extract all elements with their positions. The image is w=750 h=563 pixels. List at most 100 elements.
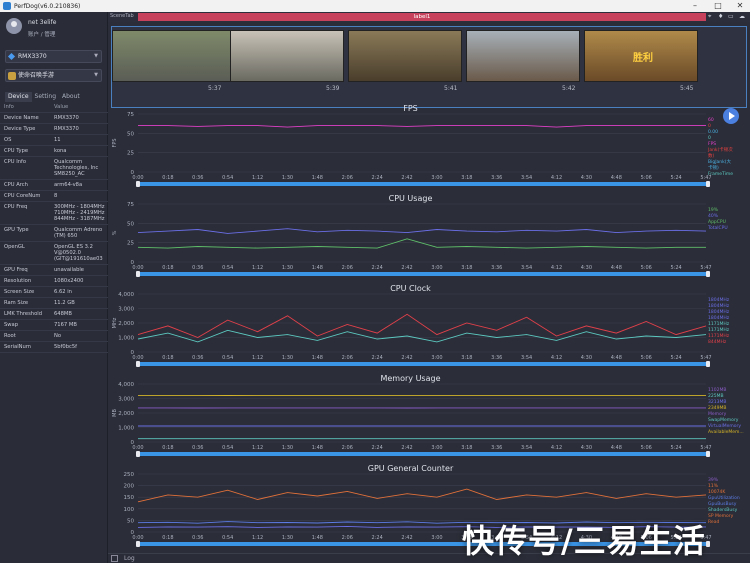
- chart-0: FPS 75 50 25 0 0:00 0:18 0:36 0:54 1:12 1:30 1:48 2:…: [108, 104, 733, 190]
- prop-key: Swap: [4, 322, 19, 328]
- folder-icon[interactable]: ▭: [728, 13, 734, 20]
- prop-key: CPU Info: [4, 159, 27, 165]
- prop-value: 648MB: [54, 311, 72, 317]
- series-line-TotalCPU: [137, 228, 707, 234]
- screenshot-thumbnail[interactable]: [466, 30, 580, 82]
- x-tick-label: 0:18: [162, 535, 173, 540]
- chevron-down-icon: ▼: [94, 53, 98, 59]
- prop-value: Qualcomm Technologies, Inc SM8250_AC: [54, 159, 99, 177]
- series-line-Little: [137, 329, 707, 343]
- avatar[interactable]: [6, 18, 22, 34]
- y-tick-label: 1,000: [118, 426, 134, 432]
- x-tick-label: 5:47: [700, 355, 711, 360]
- scene-label[interactable]: label1: [138, 13, 706, 21]
- chart-plot[interactable]: 75502500:00 0:18 0:36 0:54 1:12 1:30 1:48 2:06 2…: [108, 104, 713, 180]
- chart-plot[interactable]: 4,0003,0002,0001,00000:00 0:18 0:36 0:54 1:1…: [108, 284, 713, 360]
- chart-legend: 1102MB 225MB 3213MB 2349MB Memory SwapMemory V…: [708, 388, 744, 436]
- y-tick-label: 150: [124, 495, 135, 501]
- prop-value: unavailable: [54, 267, 84, 273]
- x-tick-label: 1:30: [282, 175, 293, 180]
- chart-plot[interactable]: 75502500:00 0:18 0:36 0:54 1:12 1:30 1:48 2:06 2…: [108, 194, 713, 270]
- y-tick-label: 25: [127, 241, 134, 247]
- x-tick-label: 2:42: [401, 535, 412, 540]
- legend-item[interactable]: TotalCPU: [708, 226, 728, 232]
- table-row: Root No: [0, 331, 108, 342]
- device-icon: [7, 52, 16, 61]
- pin-icon[interactable]: ♦: [718, 13, 723, 20]
- time-range-scrollbar[interactable]: [136, 181, 710, 187]
- device-selector-value: RMX3370: [18, 53, 47, 60]
- prop-value: No: [54, 333, 62, 339]
- screenshot-thumbnail[interactable]: [230, 30, 344, 82]
- table-row: CPU Type kona: [0, 146, 108, 157]
- screenshot-strip[interactable]: 5:37 5:39 5:41 5:42 胜利 5:45: [111, 26, 747, 108]
- y-tick-label: 25: [127, 151, 134, 157]
- log-tab[interactable]: Log: [124, 555, 135, 562]
- x-tick-label: 3:36: [491, 445, 502, 450]
- y-tick-label: 3,000: [118, 397, 134, 403]
- legend-item[interactable]: BigJank(大卡顿): [708, 160, 733, 172]
- tab-setting[interactable]: Setting: [32, 92, 59, 102]
- prop-key: CPU CoreNum: [4, 193, 41, 199]
- legend-item[interactable]: 844MHz: [708, 340, 729, 346]
- tab-device[interactable]: Device: [5, 92, 32, 102]
- y-axis-label: FPS: [112, 138, 118, 147]
- account-manage-link[interactable]: 账户 / 管理: [28, 30, 55, 38]
- expand-icon[interactable]: [111, 555, 118, 562]
- prop-key: Ram Size: [4, 300, 29, 306]
- x-tick-label: 3:54: [521, 355, 532, 360]
- prop-key: Screen Size: [4, 289, 35, 295]
- time-range-scrollbar[interactable]: [136, 271, 710, 277]
- chart-legend: 60 0 0.00 0 FPS Jank(卡顿次数) BigJank(大卡顿) FrameTi…: [708, 118, 733, 178]
- legend-item[interactable]: SP Memory Read: [708, 514, 740, 526]
- time-range-scrollbar[interactable]: [136, 451, 710, 457]
- screenshot-thumbnail[interactable]: [348, 30, 462, 82]
- x-tick-label: 0:54: [222, 175, 233, 180]
- x-tick-label: 1:48: [312, 355, 323, 360]
- chart-plot[interactable]: 4,0003,0002,0001,00000:00 0:18 0:36 0:54 1:1…: [108, 374, 713, 450]
- x-tick-label: 4:48: [611, 445, 622, 450]
- x-tick-label: 0:18: [162, 355, 173, 360]
- legend-item[interactable]: Jank(卡顿次数): [708, 148, 733, 160]
- tab-about[interactable]: About: [59, 92, 83, 102]
- x-tick-label: 3:54: [521, 175, 532, 180]
- x-tick-label: 5:24: [670, 175, 681, 180]
- x-tick-label: 1:48: [312, 175, 323, 180]
- x-tick-label: 3:18: [461, 445, 472, 450]
- device-info-table: Info Value Device Name RMX3370 Device Type…: [0, 102, 108, 353]
- x-tick-label: 0:00: [132, 265, 143, 270]
- thumbnail-time: 5:41: [444, 85, 458, 92]
- thumbnail-time: 5:42: [562, 85, 576, 92]
- maximize-button[interactable]: □: [708, 0, 728, 12]
- cloud-icon[interactable]: ☁: [739, 13, 745, 20]
- close-button[interactable]: ✕: [730, 0, 750, 12]
- prop-key: GPU Type: [4, 227, 29, 233]
- x-tick-label: 0:54: [222, 355, 233, 360]
- scene-tab-label[interactable]: SceneTab: [110, 13, 134, 19]
- x-tick-label: 1:48: [312, 535, 323, 540]
- legend-item[interactable]: AvailableMem...: [708, 430, 744, 436]
- y-tick-label: 50: [127, 131, 134, 137]
- x-tick-label: 3:00: [431, 175, 442, 180]
- table-row: Swap 7167 MB: [0, 320, 108, 331]
- location-icon[interactable]: ⌖: [708, 13, 711, 21]
- x-tick-label: 5:24: [670, 445, 681, 450]
- minimize-button[interactable]: –: [685, 0, 705, 12]
- time-range-scrollbar[interactable]: [136, 361, 710, 367]
- x-tick-label: 2:42: [401, 265, 412, 270]
- x-tick-label: 3:18: [461, 355, 472, 360]
- x-tick-label: 2:06: [342, 355, 353, 360]
- screenshot-thumbnail[interactable]: 胜利: [584, 30, 698, 82]
- x-tick-label: 0:00: [132, 355, 143, 360]
- prop-value: arm64-v8a: [54, 182, 83, 188]
- x-tick-label: 1:12: [252, 535, 263, 540]
- x-tick-label: 0:18: [162, 175, 173, 180]
- y-tick-label: 100: [124, 507, 135, 513]
- legend-item[interactable]: FrameTime: [708, 172, 733, 178]
- device-selector[interactable]: RMX3370 ▼: [5, 50, 102, 63]
- x-tick-label: 2:06: [342, 445, 353, 450]
- watermark-text: 快传号/三易生活: [462, 522, 706, 560]
- app-selector[interactable]: 使命召唤手游 ▼: [5, 69, 102, 82]
- x-tick-label: 0:36: [192, 535, 203, 540]
- x-tick-label: 0:54: [222, 445, 233, 450]
